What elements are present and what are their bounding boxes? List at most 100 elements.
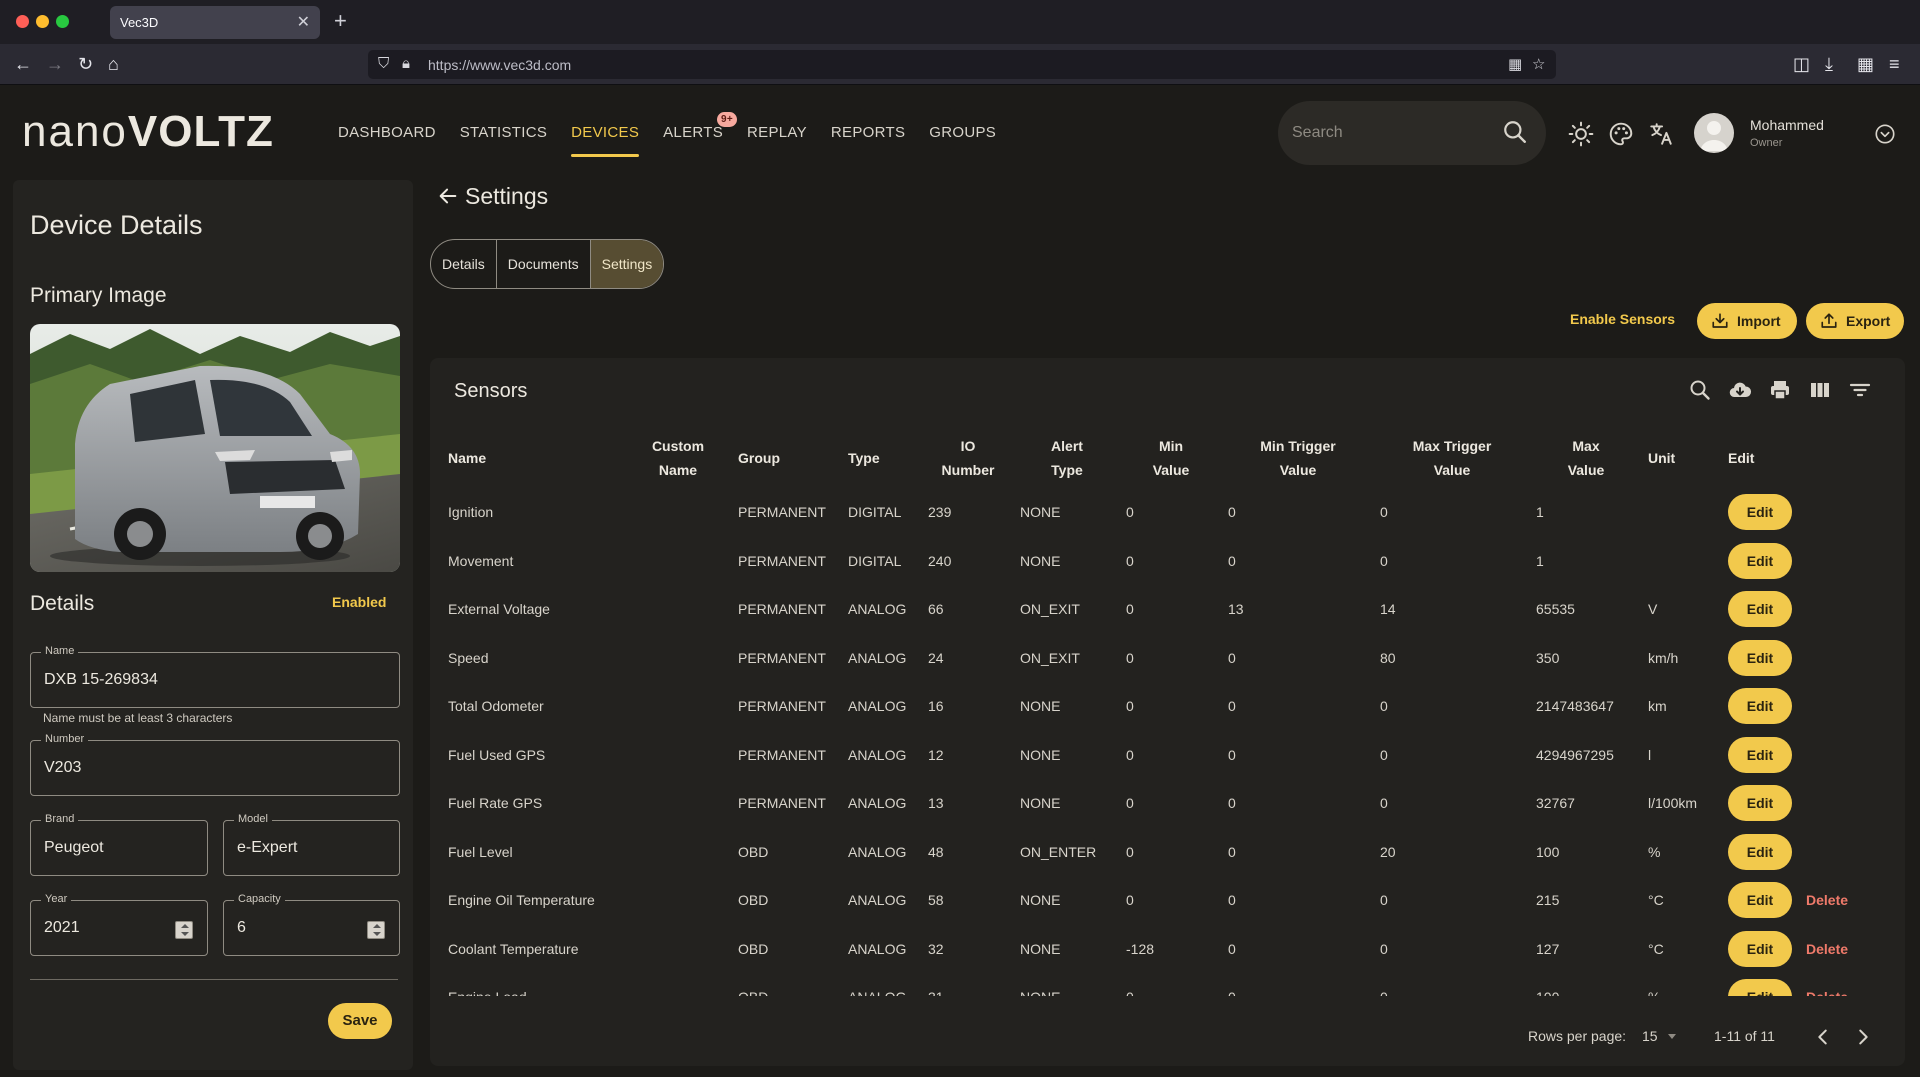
edit-button[interactable]: Edit	[1728, 833, 1792, 870]
table-row[interactable]: Engine LoadOBDANALOG31NONE000100%EditDel…	[442, 973, 1882, 996]
avatar[interactable]	[1694, 113, 1734, 153]
url-bar[interactable]: ⛉ 🔒︎ https://www.vec3d.com ▦ ☆	[368, 50, 1556, 79]
shield-icon[interactable]: ⛉	[378, 55, 389, 72]
column-header[interactable]: Alert Type	[1014, 428, 1120, 488]
download-icon[interactable]: ⤓	[1825, 53, 1833, 75]
table-row[interactable]: Movement PERMANENT DIGITAL 240 NONE 0 0 0 1 Edit	[442, 537, 1882, 586]
minimize-window-button[interactable]	[36, 15, 49, 28]
column-header[interactable]: Edit	[1722, 428, 1882, 488]
browser-tab[interactable]: Vec3D ✕	[110, 6, 320, 39]
close-window-button[interactable]	[16, 15, 29, 28]
brand-field-value[interactable]: Peugeot	[44, 839, 104, 857]
table-row[interactable]: Fuel Rate GPS PERMANENT ANALOG 13 NONE 0 0 0 327…	[442, 779, 1882, 828]
column-header[interactable]: Group	[732, 428, 842, 488]
status-badge[interactable]: Enabled	[332, 594, 386, 610]
table-row[interactable]: Speed PERMANENT ANALOG 24 ON_EXIT 0 0 80 350 km/h…	[442, 634, 1882, 683]
bookmark-star-icon[interactable]: ☆	[1532, 55, 1545, 73]
table-row[interactable]: Fuel Level OBD ANALOG 48 ON_ENTER 0 0 20 100% Edi…	[442, 828, 1882, 877]
back-icon[interactable]: ←	[14, 53, 32, 75]
forward-icon[interactable]: →	[46, 53, 64, 75]
column-header[interactable]: Unit	[1642, 428, 1722, 488]
browser-menu-icon[interactable]: ≡	[1889, 53, 1900, 75]
table-row[interactable]: Coolant Temperature OBD ANALOG 32 NONE -128 0 0…	[442, 925, 1882, 974]
edit-button[interactable]: Edit	[1728, 979, 1792, 996]
table-row[interactable]: Total Odometer PERMANENT ANALOG 16 NONE 0 0 0 21…	[442, 682, 1882, 731]
menu-groups[interactable]: GROUPS	[929, 124, 996, 164]
column-header[interactable]: Type	[842, 428, 922, 488]
column-header[interactable]: Max Trigger Value	[1374, 428, 1530, 488]
tab-settings[interactable]: Settings	[590, 240, 664, 288]
back-arrow-icon[interactable]	[437, 185, 459, 207]
capacity-stepper[interactable]	[367, 921, 385, 939]
year-field[interactable]: Year 2021	[30, 893, 208, 956]
menu-statistics[interactable]: STATISTICS	[460, 124, 547, 164]
menu-dashboard[interactable]: DASHBOARD	[338, 124, 436, 164]
menu-replay[interactable]: REPLAY	[747, 124, 807, 164]
search-icon[interactable]	[1502, 119, 1528, 145]
translate-icon[interactable]	[1648, 121, 1674, 147]
import-button[interactable]: Import	[1697, 303, 1797, 339]
caret-down-icon[interactable]	[1668, 1034, 1676, 1039]
search-icon[interactable]	[1688, 378, 1712, 402]
column-header[interactable]: IO Number	[922, 428, 1014, 488]
table-row[interactable]: External Voltage PERMANENT ANALOG 66 ON_EXIT…	[442, 585, 1882, 634]
delete-button[interactable]: Delete	[1806, 988, 1848, 996]
edit-button[interactable]: Edit	[1728, 688, 1792, 725]
column-header[interactable]: Custom Name	[624, 428, 732, 488]
capacity-field-value[interactable]: 6	[237, 919, 246, 937]
home-icon[interactable]: ⌂	[108, 53, 119, 75]
logo[interactable]: nanoVOLTZ	[22, 107, 274, 157]
menu-alerts[interactable]: ALERTS 9+	[663, 112, 738, 164]
model-field[interactable]: Model e-Expert	[223, 813, 400, 876]
number-field-value[interactable]: V203	[44, 759, 81, 777]
table-row[interactable]: Ignition PERMANENT DIGITAL 239 NONE 0 0 0 1 Edit	[442, 488, 1882, 537]
menu-devices[interactable]: DEVICES	[571, 124, 640, 164]
edit-button[interactable]: Edit	[1728, 591, 1792, 628]
pocket-icon[interactable]: ◫	[1793, 53, 1810, 75]
edit-button[interactable]: Edit	[1728, 785, 1792, 822]
palette-icon[interactable]	[1608, 121, 1634, 147]
print-icon[interactable]	[1768, 378, 1792, 402]
menu-reports[interactable]: REPORTS	[831, 124, 905, 164]
table-row[interactable]: Engine Oil Temperature OBD ANALOG 58 NONE 0 0 0…	[442, 876, 1882, 925]
qr-icon[interactable]: ▦	[1508, 55, 1522, 73]
column-header[interactable]: Min Value	[1120, 428, 1222, 488]
year-field-value[interactable]: 2021	[44, 919, 80, 937]
capacity-field[interactable]: Capacity 6	[223, 893, 400, 956]
columns-icon[interactable]	[1808, 378, 1832, 402]
tab-documents[interactable]: Documents	[497, 240, 591, 288]
brand-field[interactable]: Brand Peugeot	[30, 813, 208, 876]
user-name[interactable]: Mohammed	[1750, 117, 1824, 133]
tab-details[interactable]: Details	[431, 240, 497, 288]
extensions-icon[interactable]: ▦	[1857, 53, 1874, 75]
sun-icon[interactable]	[1568, 121, 1594, 147]
name-field[interactable]: Name DXB 15-269834	[30, 645, 400, 708]
column-header[interactable]: Name	[442, 428, 624, 488]
delete-button[interactable]: Delete	[1806, 891, 1848, 909]
filter-icon[interactable]	[1848, 378, 1872, 402]
rows-per-page-select[interactable]: 15	[1642, 1028, 1658, 1044]
new-tab-icon[interactable]: +	[334, 8, 347, 34]
chevron-right-icon[interactable]	[1852, 1026, 1874, 1048]
table-row[interactable]: Fuel Used GPS PERMANENT ANALOG 12 NONE 0 0 0 429…	[442, 731, 1882, 780]
close-tab-icon[interactable]: ✕	[297, 12, 310, 32]
maximize-window-button[interactable]	[56, 15, 69, 28]
model-field-value[interactable]: e-Expert	[237, 839, 297, 857]
name-field-value[interactable]: DXB 15-269834	[44, 671, 158, 689]
number-field[interactable]: Number V203	[30, 733, 400, 796]
save-button[interactable]: Save	[328, 1003, 392, 1039]
column-header[interactable]: Max Value	[1530, 428, 1642, 488]
url-text[interactable]: https://www.vec3d.com	[428, 57, 571, 73]
edit-button[interactable]: Edit	[1728, 639, 1792, 676]
edit-button[interactable]: Edit	[1728, 542, 1792, 579]
search-input[interactable]	[1292, 119, 1492, 147]
delete-button[interactable]: Delete	[1806, 940, 1848, 958]
column-header[interactable]: Min Trigger Value	[1222, 428, 1374, 488]
edit-button[interactable]: Edit	[1728, 494, 1792, 531]
chevron-left-icon[interactable]	[1812, 1026, 1834, 1048]
reload-icon[interactable]: ↻	[78, 53, 93, 75]
enable-sensors-button[interactable]: Enable Sensors	[1570, 311, 1675, 327]
chevron-down-icon[interactable]	[1874, 123, 1896, 145]
edit-button[interactable]: Edit	[1728, 882, 1792, 919]
edit-button[interactable]: Edit	[1728, 930, 1792, 967]
